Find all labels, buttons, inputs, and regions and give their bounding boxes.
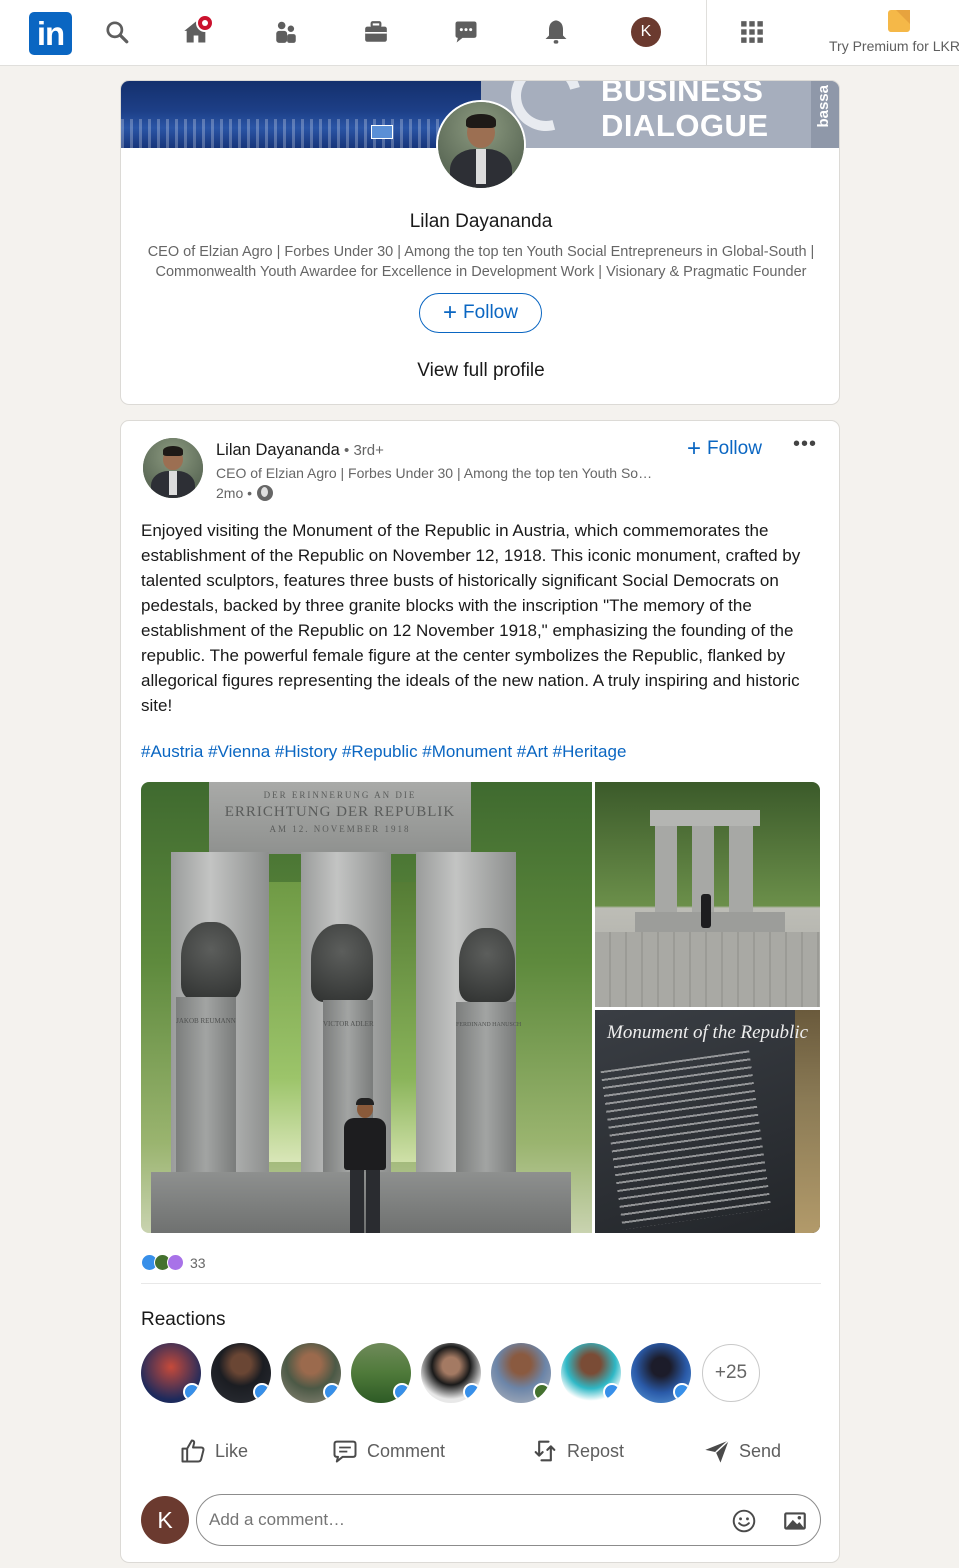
banner-graphic: BUSINESS DIALOGUE bassa (481, 81, 839, 148)
messaging-icon[interactable] (448, 14, 484, 50)
banner-photo (121, 81, 481, 148)
comment-button[interactable]: Comment (331, 1431, 445, 1471)
reaction-count: 33 (190, 1254, 206, 1271)
post-hashtags[interactable]: #Austria #Vienna #History #Republic #Mon… (141, 742, 626, 762)
premium-icon (888, 10, 910, 32)
top-nav: in K Try Premium for LKR (0, 0, 959, 66)
profile-card: BUSINESS DIALOGUE bassa Lilan Dayananda … (120, 80, 840, 405)
plaque-text (600, 1050, 772, 1230)
my-network-icon[interactable] (268, 14, 304, 50)
profile-avatar[interactable] (436, 100, 526, 190)
photo-plaque[interactable]: Monument of the Republic (595, 1010, 820, 1233)
post-actions: Like Comment Repost Send (121, 1431, 839, 1471)
author-avatar[interactable] (143, 438, 203, 498)
nav-divider (706, 0, 707, 66)
author-name-line[interactable]: Lilan Dayananda • 3rd+ (216, 441, 384, 460)
notification-dot (196, 14, 214, 32)
photo-monument-wide[interactable] (595, 782, 820, 1007)
apps-grid-icon[interactable] (734, 14, 770, 50)
comment-input-box[interactable] (196, 1494, 821, 1546)
search-icon[interactable] (99, 14, 135, 50)
support-reaction-icon (167, 1254, 184, 1271)
follow-label: Follow (463, 302, 518, 323)
reactor-avatar[interactable] (351, 1343, 411, 1403)
reactions-heading: Reactions (141, 1309, 226, 1330)
photo-icon[interactable] (781, 1507, 809, 1535)
premium-text: Try Premium for LKR (829, 38, 959, 54)
more-options-icon[interactable]: ••• (793, 433, 817, 456)
try-premium-link[interactable]: Try Premium for LKR (829, 8, 959, 58)
post-text: Enjoyed visiting the Monument of the Rep… (141, 521, 801, 715)
author-headline: CEO of Elzian Agro | Forbes Under 30 | A… (216, 465, 653, 481)
notifications-icon[interactable] (538, 14, 574, 50)
profile-name[interactable]: Lilan Dayananda (121, 211, 839, 233)
reactor-avatars: +25 (141, 1343, 821, 1405)
linkedin-logo[interactable]: in (29, 12, 72, 55)
repost-button[interactable]: Repost (531, 1431, 624, 1471)
reaction-summary[interactable]: 33 (141, 1254, 206, 1271)
reactor-avatar[interactable] (281, 1343, 341, 1403)
send-icon (705, 1439, 730, 1463)
like-button[interactable]: Like (179, 1431, 248, 1471)
plus-icon: + (687, 435, 702, 462)
profile-headline: CEO of Elzian Agro | Forbes Under 30 | A… (147, 244, 815, 280)
banner-side-strip: bassa (811, 81, 839, 148)
comment-icon (333, 1440, 357, 1463)
post-timestamp: 2mo • (216, 485, 274, 501)
connection-degree: • 3rd+ (339, 442, 384, 459)
post-photos[interactable]: DER ERINNERUNG AN DIE ERRICHTUNG DER REP… (141, 782, 820, 1233)
reactor-avatar[interactable] (561, 1343, 621, 1403)
emoji-icon[interactable] (730, 1507, 758, 1535)
globe-icon (257, 485, 274, 501)
follow-button[interactable]: + Follow (419, 293, 542, 333)
like-icon (181, 1439, 205, 1463)
repost-icon (534, 1440, 556, 1462)
more-reactors-button[interactable]: +25 (702, 1344, 760, 1402)
reactor-avatar[interactable] (211, 1343, 271, 1403)
reactor-avatar[interactable] (491, 1343, 551, 1403)
reactor-avatar[interactable] (421, 1343, 481, 1403)
view-full-profile-link[interactable]: View full profile (121, 360, 839, 382)
reactor-avatar[interactable] (141, 1343, 201, 1403)
divider (141, 1283, 821, 1284)
home-icon[interactable] (178, 14, 214, 50)
comment-input[interactable] (209, 1510, 659, 1530)
comment-composer: K (141, 1494, 821, 1546)
me-menu[interactable]: K (628, 14, 664, 50)
author-name[interactable]: Lilan Dayananda (216, 441, 340, 459)
jobs-icon[interactable] (358, 14, 394, 50)
post-card: Lilan Dayananda • 3rd+ CEO of Elzian Agr… (120, 420, 840, 1563)
photo-monument-closeup[interactable]: DER ERINNERUNG AN DIE ERRICHTUNG DER REP… (141, 782, 592, 1233)
plaque-title: Monument of the Republic (607, 1022, 809, 1043)
post-follow-button[interactable]: + Follow (687, 435, 762, 463)
commenter-avatar: K (141, 1496, 189, 1544)
send-button[interactable]: Send (703, 1431, 781, 1471)
banner-text: BUSINESS DIALOGUE (601, 81, 769, 143)
plus-icon: + (443, 299, 458, 326)
reactor-avatar[interactable] (631, 1343, 691, 1403)
me-avatar: K (631, 17, 661, 47)
